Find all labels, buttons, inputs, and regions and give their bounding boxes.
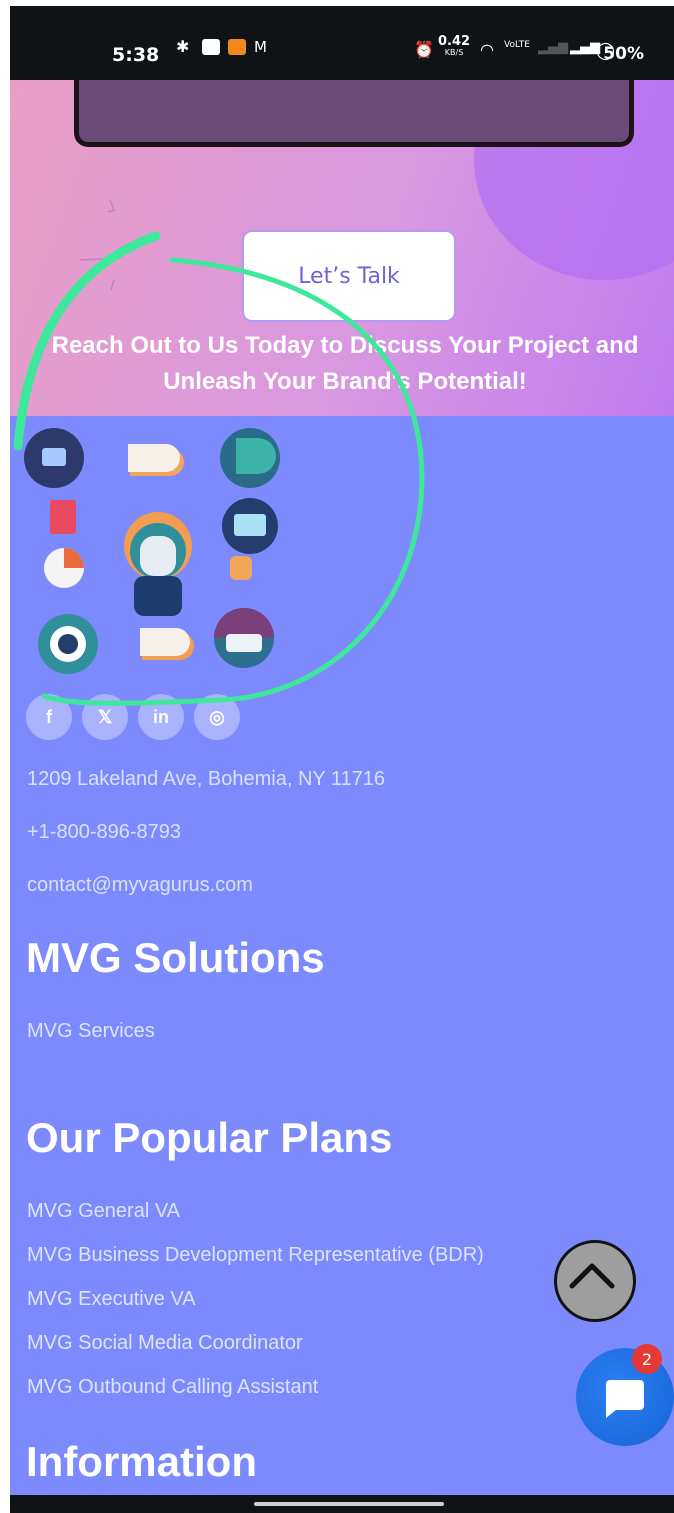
status-bar: 5:38 ✱ M ⏰ 0.42 KB/S ◠ VoLTE ▂▄▆ ▂▄▆ ◯ 5… — [10, 6, 674, 80]
linkedin-icon[interactable]: in — [138, 694, 184, 740]
youtube-icon — [202, 39, 220, 55]
contact-phone[interactable]: +1-800-896-8793 — [27, 821, 181, 844]
status-time: 5:38 — [112, 44, 160, 66]
plan-link-outbound-calling[interactable]: MVG Outbound Calling Assistant — [27, 1376, 318, 1399]
chat-unread-badge: 2 — [632, 1344, 662, 1374]
gesture-nav-bar — [10, 1495, 674, 1513]
app-icon — [228, 39, 246, 55]
contact-address: 1209 Lakeland Ave, Bohemia, NY 11716 — [27, 768, 386, 790]
wifi-icon: ◠ — [480, 40, 494, 59]
alarm-icon: ⏰ — [414, 40, 434, 59]
signal-icon-1: ▂▄▆ — [538, 40, 568, 55]
net-speed-value: 0.42 — [438, 34, 471, 49]
home-indicator[interactable] — [254, 1502, 444, 1506]
footer-link-mvg-services[interactable]: MVG Services — [27, 1020, 155, 1043]
gmail-icon: M — [254, 38, 267, 56]
slack-icon: ✱ — [176, 37, 190, 56]
volte-icon: VoLTE — [504, 40, 530, 50]
plan-link-executive-va[interactable]: MVG Executive VA — [27, 1288, 196, 1311]
plans-heading: Our Popular Plans — [26, 1114, 393, 1161]
chevron-up-icon — [569, 1263, 615, 1289]
scroll-to-top-button[interactable] — [554, 1240, 636, 1322]
social-links: f 𝕏 in ◎ — [26, 694, 240, 740]
phone-screen: 5:38 ✱ M ⏰ 0.42 KB/S ◠ VoLTE ▂▄▆ ▂▄▆ ◯ 5… — [10, 6, 674, 1513]
laptop-illustration — [74, 80, 634, 147]
contact-email[interactable]: contact@myvagurus.com — [27, 874, 253, 897]
battery-level: 50% — [603, 44, 644, 64]
notification-icons: ✱ M — [176, 39, 272, 55]
lets-talk-button[interactable]: Let’s Talk — [242, 230, 456, 322]
x-twitter-icon[interactable]: 𝕏 — [82, 694, 128, 740]
solutions-heading: MVG Solutions — [26, 934, 325, 981]
site-footer: f 𝕏 in ◎ 1209 Lakeland Ave, Bohemia, NY … — [10, 416, 674, 1496]
plan-link-social-media[interactable]: MVG Social Media Coordinator — [27, 1332, 303, 1355]
hero-tagline: Reach Out to Us Today to Discuss Your Pr… — [51, 332, 639, 395]
facebook-icon[interactable]: f — [26, 694, 72, 740]
plan-link-bdr[interactable]: MVG Business Development Representative … — [27, 1244, 484, 1267]
illustration-icon-grid — [24, 428, 280, 674]
plan-link-general-va[interactable]: MVG General VA — [27, 1200, 180, 1223]
instagram-icon[interactable]: ◎ — [194, 694, 240, 740]
sketch-decoration — [79, 199, 121, 291]
information-heading: Information — [26, 1438, 257, 1485]
net-speed: 0.42 KB/S — [438, 34, 471, 57]
hero-section: Let’s Talk Reach Out to Us Today to Disc… — [10, 80, 674, 416]
